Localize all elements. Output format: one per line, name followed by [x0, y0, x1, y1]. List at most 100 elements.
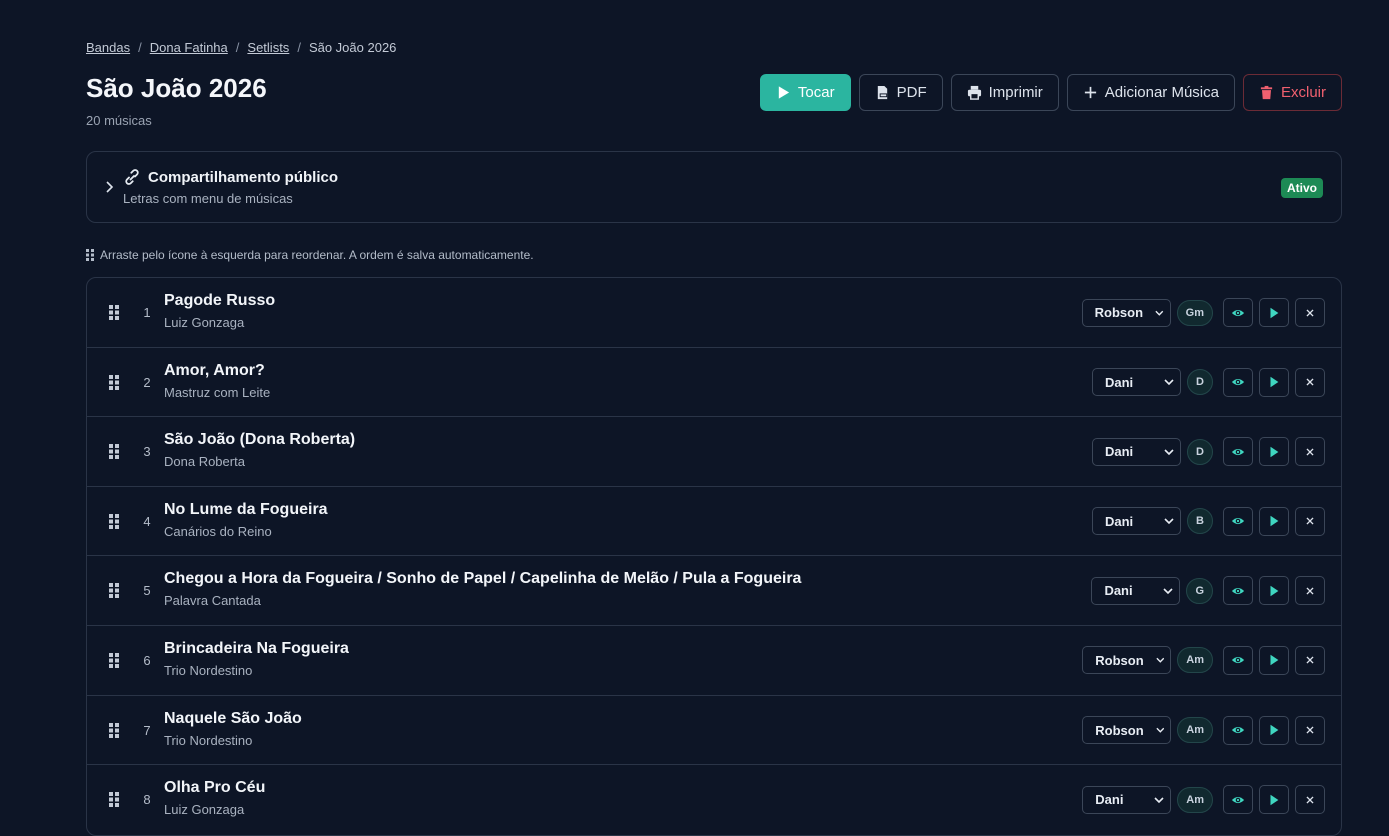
singer-select-value: Robson	[1095, 652, 1144, 668]
play-button[interactable]: Tocar	[759, 74, 851, 111]
song-row: 3 São João (Dona Roberta) Dona Roberta D…	[87, 417, 1341, 487]
breadcrumb-bandas[interactable]: Bandas	[86, 40, 130, 55]
drag-handle-icon[interactable]	[109, 444, 119, 460]
song-title: No Lume da Fogueira	[164, 500, 328, 518]
singer-select[interactable]: Dani	[1092, 368, 1181, 397]
singer-select[interactable]: Dani	[1091, 576, 1181, 605]
print-button[interactable]: Imprimir	[950, 74, 1059, 111]
drag-handle-icon[interactable]	[109, 305, 119, 320]
song-row: 8 Olha Pro Céu Luiz Gonzaga Dani Am	[87, 765, 1341, 835]
close-icon	[1306, 587, 1314, 595]
pdf-button[interactable]: PDF	[858, 74, 943, 111]
drag-handle-icon[interactable]	[109, 583, 119, 599]
breadcrumb: Bandas / Dona Fatinha / Setlists / São J…	[86, 40, 396, 55]
public-share-panel[interactable]: Compartilhamento público Letras com menu…	[86, 151, 1342, 223]
song-number: 6	[143, 652, 151, 668]
header-actions: Tocar PDF Imprimir Adicionar Música Excl…	[759, 74, 1342, 111]
song-artist: Canários do Reino	[164, 523, 272, 539]
row-controls: Robson Am	[1082, 715, 1325, 745]
page-title: São João 2026	[86, 73, 267, 103]
view-lyrics-button[interactable]	[1223, 506, 1253, 536]
eye-icon	[1231, 657, 1245, 664]
key-badge: Am	[1177, 786, 1213, 813]
remove-song-button[interactable]	[1295, 506, 1325, 536]
eye-icon	[1231, 379, 1245, 386]
remove-song-button[interactable]	[1295, 298, 1325, 327]
view-lyrics-button[interactable]	[1223, 437, 1253, 467]
drag-handle-icon[interactable]	[109, 374, 119, 390]
key-badge: B	[1187, 508, 1213, 535]
song-number: 1	[143, 305, 151, 320]
close-icon	[1306, 517, 1314, 525]
song-row: 1 Pagode Russo Luiz Gonzaga Robson Gm	[87, 278, 1341, 348]
singer-select-value: Dani	[1105, 374, 1134, 390]
reorder-hint-text: Arraste pelo ícone à esquerda para reord…	[100, 248, 534, 262]
chevron-down-icon	[1163, 588, 1174, 595]
singer-select[interactable]: Robson	[1082, 716, 1172, 745]
eye-icon	[1231, 309, 1245, 316]
drag-handle-icon[interactable]	[109, 792, 119, 808]
song-number: 5	[143, 583, 151, 599]
singer-select[interactable]: Dani	[1092, 507, 1181, 536]
remove-song-button[interactable]	[1295, 715, 1325, 745]
play-song-button[interactable]	[1259, 576, 1289, 606]
view-lyrics-button[interactable]	[1223, 785, 1253, 815]
song-row: 2 Amor, Amor? Mastruz com Leite Dani D	[87, 348, 1341, 418]
remove-song-button[interactable]	[1295, 576, 1325, 606]
song-artist: Mastruz com Leite	[164, 384, 271, 400]
play-song-button[interactable]	[1259, 715, 1289, 745]
close-icon	[1306, 448, 1314, 456]
play-song-button[interactable]	[1259, 437, 1289, 467]
breadcrumb-setlists[interactable]: Setlists	[247, 40, 289, 55]
view-lyrics-button[interactable]	[1223, 298, 1253, 327]
remove-song-button[interactable]	[1295, 367, 1325, 397]
song-artist: Dona Roberta	[164, 454, 245, 470]
chevron-down-icon	[1154, 797, 1164, 803]
singer-select-value: Robson	[1095, 722, 1144, 738]
delete-button[interactable]: Excluir	[1242, 74, 1342, 111]
plus-icon	[1084, 86, 1096, 99]
view-lyrics-button[interactable]	[1223, 576, 1253, 606]
singer-select[interactable]: Robson	[1082, 646, 1172, 675]
singer-select[interactable]: Dani	[1092, 437, 1181, 466]
play-icon	[1270, 655, 1279, 666]
drag-handle-icon[interactable]	[109, 513, 119, 529]
drag-handle-icon[interactable]	[109, 722, 119, 738]
song-number: 3	[143, 444, 151, 460]
key-badge: D	[1187, 369, 1213, 396]
eye-icon	[1231, 587, 1245, 594]
song-number: 2	[143, 374, 151, 390]
eye-icon	[1231, 796, 1245, 803]
play-song-button[interactable]	[1259, 506, 1289, 536]
remove-song-button[interactable]	[1295, 785, 1325, 815]
view-lyrics-button[interactable]	[1223, 715, 1253, 745]
breadcrumb-band[interactable]: Dona Fatinha	[150, 40, 228, 55]
play-icon	[1270, 516, 1279, 527]
close-icon	[1306, 726, 1314, 734]
view-lyrics-button[interactable]	[1223, 367, 1253, 397]
eye-icon	[1231, 727, 1245, 734]
play-icon	[1270, 376, 1279, 388]
add-song-button[interactable]: Adicionar Música	[1066, 74, 1235, 111]
singer-select[interactable]: Dani	[1082, 785, 1172, 814]
key-badge: Am	[1177, 717, 1213, 744]
play-song-button[interactable]	[1259, 645, 1289, 675]
play-icon	[1270, 446, 1279, 457]
view-lyrics-button[interactable]	[1223, 645, 1253, 675]
drag-handle-icon[interactable]	[109, 652, 119, 668]
row-controls: Dani G	[1091, 576, 1325, 606]
row-controls: Dani D	[1092, 437, 1325, 467]
breadcrumb-separator: /	[138, 40, 142, 55]
play-song-button[interactable]	[1259, 298, 1289, 327]
remove-song-button[interactable]	[1295, 645, 1325, 675]
play-song-button[interactable]	[1259, 785, 1289, 815]
close-icon	[1306, 656, 1314, 665]
pdf-button-label: PDF	[896, 84, 927, 101]
song-title: Naquele São João	[164, 709, 302, 727]
reorder-hint: Arraste pelo ícone à esquerda para reord…	[86, 248, 534, 262]
song-row: 6 Brincadeira Na Fogueira Trio Nordestin…	[87, 626, 1341, 696]
play-song-button[interactable]	[1259, 367, 1289, 397]
remove-song-button[interactable]	[1295, 437, 1325, 467]
singer-select[interactable]: Robson	[1081, 298, 1171, 327]
song-title: São João (Dona Roberta)	[164, 431, 356, 449]
